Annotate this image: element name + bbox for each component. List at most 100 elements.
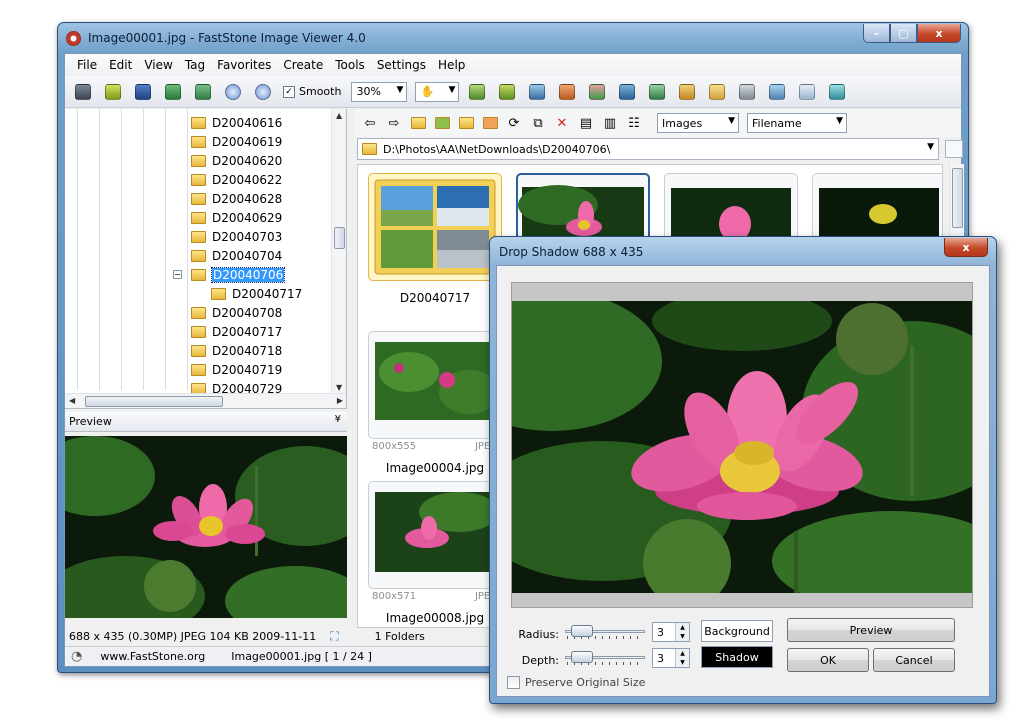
menu-tag[interactable]: Tag — [179, 58, 211, 72]
folder-tree[interactable]: D20040616 D20040619 D20040620 D20040622 … — [65, 109, 347, 409]
menu-view[interactable]: View — [138, 58, 178, 72]
fit-screen-icon[interactable]: ⛶ — [330, 629, 338, 644]
thumbnail-item[interactable]: D20040717 — [368, 173, 502, 321]
text-icon[interactable] — [647, 82, 667, 102]
slider-knob[interactable] — [571, 651, 593, 663]
rotate-right-icon[interactable] — [497, 82, 517, 102]
background-color-swatch[interactable]: Background — [701, 620, 773, 642]
website-link[interactable]: www.FastStone.org — [100, 650, 205, 663]
shadow-color-swatch[interactable]: Shadow — [701, 646, 773, 668]
zoom-in-icon[interactable] — [223, 82, 243, 102]
save-icon[interactable] — [133, 82, 153, 102]
forward-arrow-icon[interactable]: ⇨ — [385, 114, 403, 132]
ok-button[interactable]: OK — [787, 648, 869, 672]
smooth-check-mark[interactable]: ✓ — [283, 85, 295, 98]
zoom-out-icon[interactable] — [253, 82, 273, 102]
histogram-icon[interactable] — [617, 82, 637, 102]
menu-help[interactable]: Help — [432, 58, 471, 72]
tree-expander[interactable]: − — [173, 270, 182, 279]
tree-item[interactable]: D20040628 — [191, 189, 282, 208]
scroll-down-icon[interactable]: ▼ — [336, 383, 342, 392]
dialog-close-button[interactable]: x — [944, 238, 988, 257]
hand-tool-select[interactable]: ✋ ▼ — [415, 81, 460, 102]
folder-green-icon[interactable] — [433, 114, 451, 132]
tree-item[interactable]: D20040619 — [191, 132, 282, 151]
layout-icon[interactable] — [797, 82, 817, 102]
title-bar[interactable]: Image00001.jpg - FastStone Image Viewer … — [58, 23, 968, 53]
scanner-icon[interactable] — [767, 82, 787, 102]
tree-item[interactable]: D20040629 — [191, 208, 282, 227]
menu-edit[interactable]: Edit — [103, 58, 138, 72]
crop-icon[interactable] — [527, 82, 547, 102]
menu-favorites[interactable]: Favorites — [211, 58, 277, 72]
checkbox-box[interactable] — [507, 676, 520, 689]
folder-new-icon[interactable] — [481, 114, 499, 132]
view-thumbnails-icon[interactable]: ▤ — [577, 114, 595, 132]
depth-spinner[interactable]: 3 ▲ ▼ — [652, 648, 690, 668]
delete-icon[interactable]: ✕ — [553, 114, 571, 132]
trash-icon[interactable] — [945, 140, 963, 158]
menu-tools[interactable]: Tools — [329, 58, 371, 72]
export-icon[interactable] — [193, 82, 213, 102]
menu-create[interactable]: Create — [277, 58, 329, 72]
spin-arrows-icon[interactable]: ▲ ▼ — [675, 623, 689, 641]
smooth-checkbox[interactable]: ✓ Smooth — [283, 85, 341, 98]
open-folder-icon[interactable] — [103, 82, 123, 102]
tree-item[interactable]: D20040704 — [191, 246, 282, 265]
camera-icon[interactable] — [73, 82, 93, 102]
spin-arrows-icon[interactable]: ▲ ▼ — [675, 649, 689, 667]
slider-knob[interactable] — [571, 625, 593, 637]
scroll-left-icon[interactable]: ◀ — [69, 396, 75, 405]
color-adjust-icon[interactable] — [587, 82, 607, 102]
view-list-icon[interactable]: ▥ — [601, 114, 619, 132]
scroll-right-icon[interactable]: ▶ — [337, 396, 343, 405]
menu-settings[interactable]: Settings — [371, 58, 432, 72]
back-arrow-icon[interactable]: ⇦ — [361, 114, 379, 132]
menu-file[interactable]: File — [71, 58, 103, 72]
tree-item[interactable]: D20040717 — [191, 322, 282, 341]
minimize-button[interactable]: – — [863, 24, 890, 43]
scroll-thumb[interactable] — [334, 227, 345, 249]
scroll-up-icon[interactable]: ▲ — [336, 111, 342, 120]
thumbnail-item[interactable]: 800x555 JPEG Image00004.jpg — [368, 331, 502, 479]
slideshow-icon[interactable] — [677, 82, 697, 102]
save-as-icon[interactable] — [163, 82, 183, 102]
tree-item[interactable]: D20040616 — [191, 113, 282, 132]
depth-slider[interactable] — [565, 650, 645, 666]
print-icon[interactable] — [737, 82, 757, 102]
app-icon[interactable] — [66, 31, 81, 46]
tree-item-child[interactable]: D20040717 — [211, 284, 302, 303]
preview-button[interactable]: Preview — [787, 618, 955, 642]
cancel-button[interactable]: Cancel — [873, 648, 955, 672]
scroll-thumb[interactable] — [85, 396, 223, 407]
sort-select[interactable]: Filename ▼ — [747, 113, 847, 133]
tree-item-selected[interactable]: D20040706 — [191, 265, 286, 284]
refresh-icon[interactable]: ⟳ — [505, 114, 523, 132]
tree-item[interactable]: D20040703 — [191, 227, 282, 246]
tree-item[interactable]: D20040719 — [191, 360, 282, 379]
maximize-button[interactable]: ▢ — [890, 24, 917, 43]
view-details-icon[interactable]: ☷ — [625, 114, 643, 132]
parent-folder-icon[interactable] — [409, 114, 427, 132]
rotate-left-icon[interactable] — [467, 82, 487, 102]
radius-spinner[interactable]: 3 ▲ ▼ — [652, 622, 690, 642]
preserve-size-checkbox[interactable]: Preserve Original Size — [507, 676, 645, 689]
filter-select[interactable]: Images ▼ — [657, 113, 739, 133]
tree-horizontal-scrollbar[interactable]: ◀ ▶ — [65, 393, 346, 408]
chevron-down-icon[interactable]: ▼ — [927, 142, 934, 152]
tree-item[interactable]: D20040718 — [191, 341, 282, 360]
scroll-thumb[interactable] — [952, 168, 963, 228]
email-icon[interactable] — [707, 82, 727, 102]
tree-item[interactable]: D20040622 — [191, 170, 282, 189]
close-button[interactable]: x — [917, 24, 961, 43]
redeye-icon[interactable] — [557, 82, 577, 102]
copy-icon[interactable]: ⧉ — [529, 114, 547, 132]
radius-slider[interactable] — [565, 624, 645, 640]
thumbnail-item[interactable]: 800x571 JPEG Image00008.jpg — [368, 481, 502, 627]
folder-favorites-icon[interactable] — [457, 114, 475, 132]
tree-item[interactable]: D20040708 — [191, 303, 282, 322]
zoom-select[interactable]: 30% ▼ — [351, 81, 408, 102]
fullscreen-icon[interactable] — [827, 82, 847, 102]
tree-item[interactable]: D20040620 — [191, 151, 282, 170]
tree-vertical-scrollbar[interactable]: ▲ ▼ — [331, 109, 346, 394]
